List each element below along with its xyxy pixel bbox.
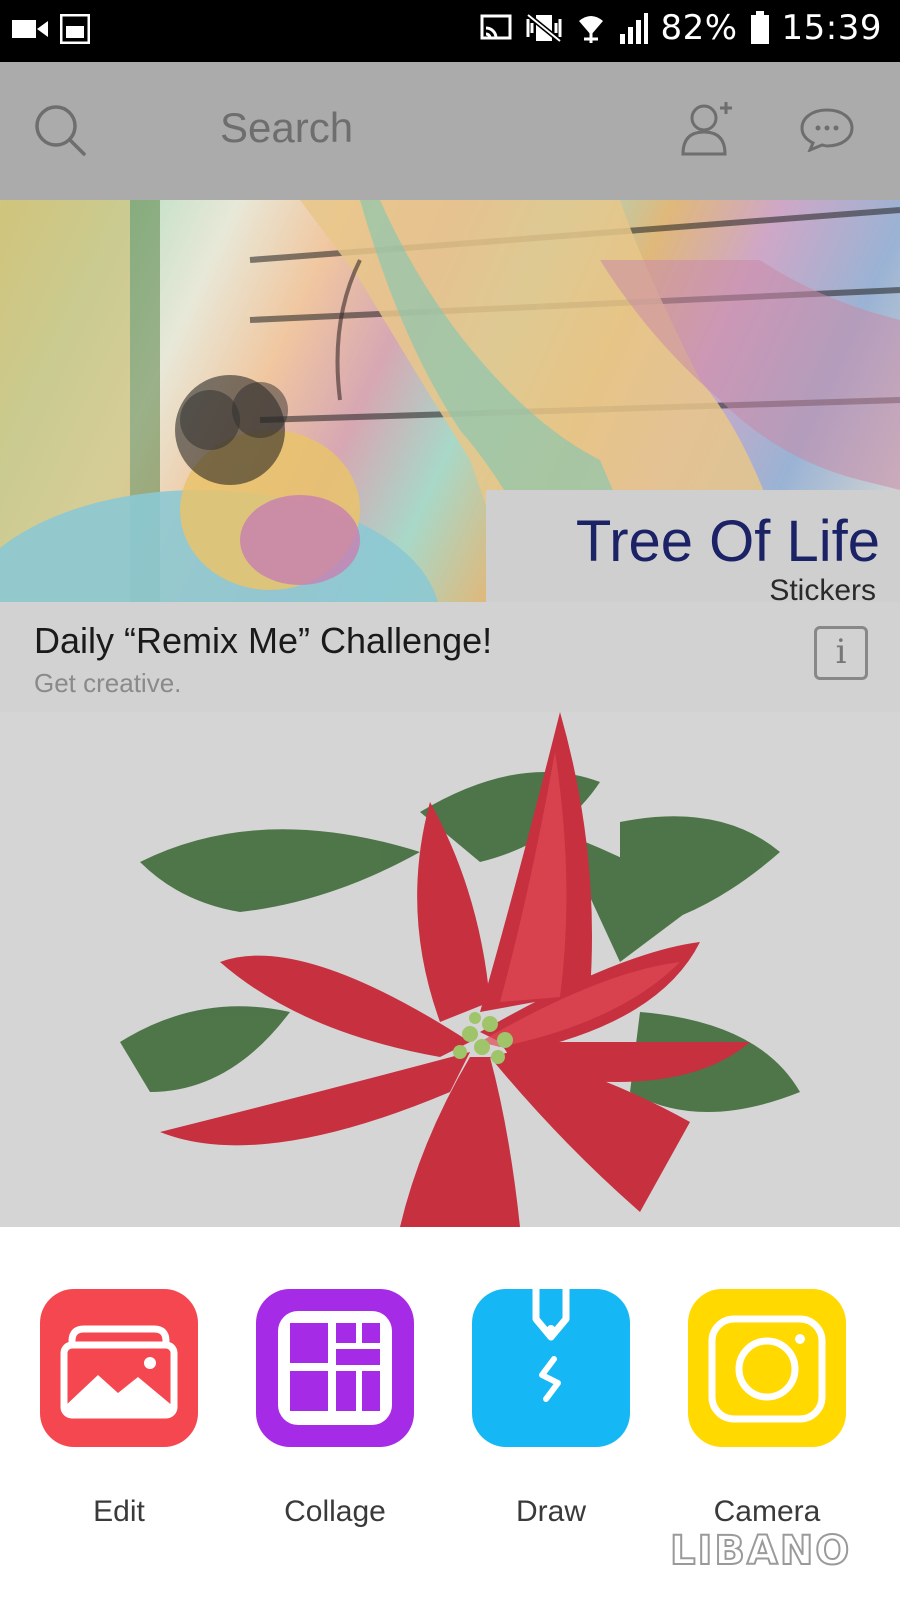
app-header: Search [0, 62, 900, 200]
search-icon[interactable] [32, 102, 88, 158]
status-bar: 82% 15:39 [0, 0, 900, 62]
image-icon [60, 1325, 178, 1419]
battery-percentage: 82% [660, 8, 738, 48]
collage-grid-icon [278, 1311, 392, 1425]
challenge-subtitle: Get creative. [34, 668, 182, 698]
collage-button[interactable] [256, 1289, 414, 1447]
tool-collage[interactable]: Collage [256, 1289, 414, 1529]
camera-label: Camera [713, 1495, 821, 1528]
gallery-icon [60, 14, 90, 44]
add-user-icon[interactable] [680, 98, 736, 158]
pen-icon [532, 1289, 570, 1402]
challenge-image[interactable] [0, 712, 900, 1227]
edit-label: Edit [93, 1495, 145, 1528]
challenge-title: Daily “Remix Me” Challenge! [34, 620, 493, 661]
battery-icon [750, 11, 769, 44]
create-tools-sheet: Edit Collage Draw Camera LIBANO [0, 1227, 900, 1603]
tool-edit[interactable]: Edit [40, 1289, 198, 1529]
video-camera-icon [12, 20, 48, 38]
banner-subtitle: Stickers [769, 574, 876, 602]
tool-camera[interactable]: Camera [688, 1289, 846, 1529]
clock: 15:39 [781, 8, 882, 48]
edit-button[interactable] [40, 1289, 198, 1447]
tool-draw[interactable]: Draw [472, 1289, 630, 1529]
camera-button[interactable] [688, 1289, 846, 1447]
featured-banner[interactable]: Tree Of Life Stickers [0, 200, 900, 602]
vibrate-mute-icon [526, 13, 563, 43]
poinsettia-image [120, 712, 800, 1227]
cast-icon [480, 14, 512, 40]
watermark-text: LIBANO [669, 1527, 852, 1575]
draw-label: Draw [515, 1495, 586, 1528]
camera-icon [708, 1315, 826, 1423]
watermark-logo: LIBANO [669, 1527, 890, 1598]
signal-icon [620, 13, 649, 44]
challenge-header[interactable]: Daily “Remix Me” Challenge! Get creative… [0, 602, 900, 712]
wifi-icon [579, 16, 604, 43]
chat-icon[interactable] [800, 108, 854, 152]
draw-button[interactable] [472, 1289, 630, 1447]
info-button[interactable]: i [814, 626, 868, 680]
search-input[interactable]: Search [220, 104, 353, 152]
banner-title: Tree Of Life [575, 509, 880, 574]
collage-label: Collage [284, 1495, 386, 1528]
banner-caption: Tree Of Life Stickers [486, 490, 900, 602]
